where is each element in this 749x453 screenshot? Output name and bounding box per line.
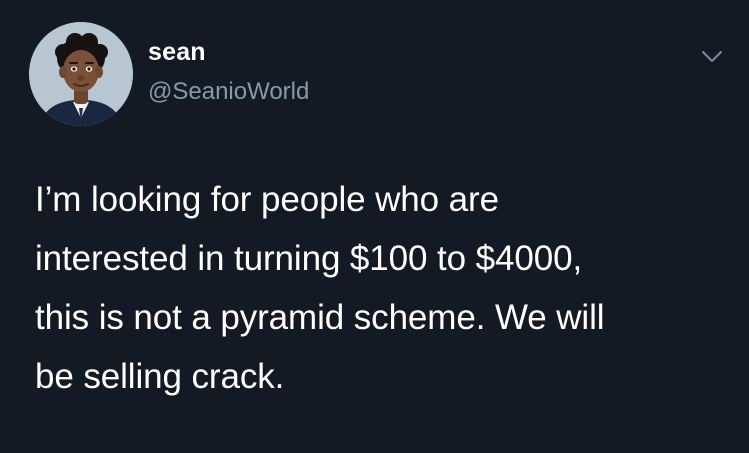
- chevron-down-icon[interactable]: [701, 50, 723, 64]
- tweet-card: sean @SeanioWorld I’m looking for people…: [0, 0, 749, 453]
- tweet-text-line: be selling crack.: [35, 357, 285, 396]
- chevron-down-glyph: [702, 51, 722, 62]
- display-name[interactable]: sean: [148, 40, 206, 65]
- tweet-text-line: this is not a pyramid scheme. We will: [35, 298, 605, 337]
- tweet-text-line: interested in turning $100 to $4000,: [35, 239, 583, 278]
- tweet-text-line: I’m looking for people who are: [35, 180, 499, 219]
- person-avatar-icon: [29, 22, 133, 126]
- tweet-text: I’m looking for people who are intereste…: [35, 170, 725, 406]
- avatar[interactable]: [29, 22, 133, 126]
- user-handle[interactable]: @SeanioWorld: [148, 80, 309, 104]
